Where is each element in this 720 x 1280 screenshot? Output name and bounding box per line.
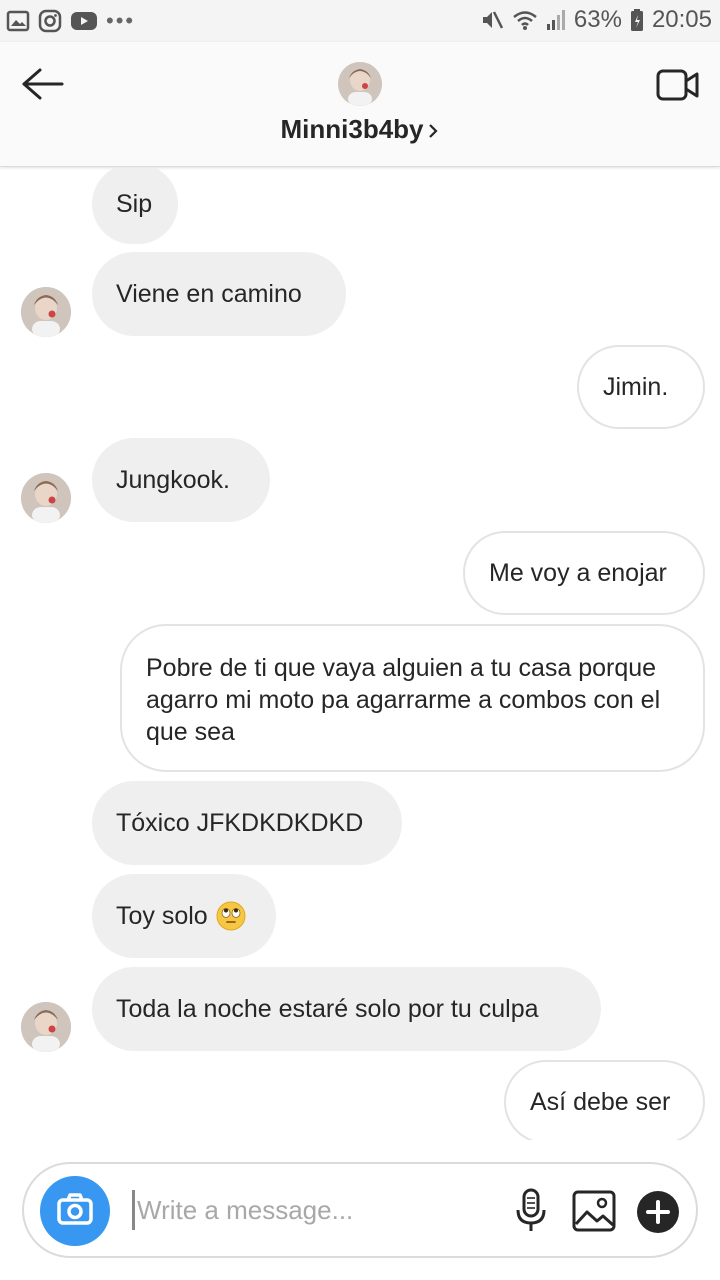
microphone-icon[interactable] [514,1188,548,1234]
message-bubble-outgoing[interactable]: Pobre de ti que vaya alguien a tu casa p… [120,624,705,772]
face-with-rolling-eyes-emoji [216,901,246,931]
clock: 20:05 [651,6,712,33]
message-bubble-incoming[interactable]: Toda la noche estaré solo por tu culpa [92,967,601,1051]
signal-icon [546,10,565,30]
message-text: Así debe ser [530,1088,671,1116]
battery-percent: 63% [573,6,622,33]
chevron-right-icon [428,124,438,138]
message-bubble-outgoing[interactable]: Jimin. [577,345,705,429]
header-avatar[interactable] [338,62,382,106]
message-input[interactable] [132,1190,492,1230]
avatar-photo [21,1002,71,1052]
status-right-icons: 63% 20:05 [480,6,712,34]
camera-icon [57,1193,93,1225]
message-text: Pobre de ti que vaya alguien a tu casa p… [146,654,661,746]
more-icon: ••• [106,8,136,33]
username-row[interactable]: Minni3b4by [0,114,720,145]
gallery-icon [6,10,30,32]
message-bubble-incoming[interactable]: Viene en camino [92,252,346,336]
message-text: Toda la noche estaré solo por tu culpa [116,995,539,1023]
message-bubble-incoming[interactable]: Sip [92,168,178,244]
status-bar: ••• 63% 20:05 [0,0,720,42]
message-text: Viene en camino [116,280,302,308]
arrow-left-icon[interactable] [18,64,66,104]
youtube-icon [71,12,97,30]
message-text: Jimin. [603,373,669,401]
message-bubble-outgoing[interactable]: Así debe ser [504,1060,705,1140]
message-text: Toy solo [116,902,208,930]
plus-icon[interactable] [636,1190,680,1234]
username[interactable]: Minni3b4by [280,114,423,144]
message-bubble-incoming[interactable]: Tóxico JFKDKDKDKD [92,781,402,865]
chat-header: Minni3b4by [0,42,720,167]
video-camera-icon[interactable] [656,66,700,104]
wifi-icon [513,11,537,30]
sender-avatar[interactable] [21,1002,71,1052]
message-text: Tóxico JFKDKDKDKD [116,809,364,837]
message-text: Me voy a enojar [489,559,667,587]
avatar-photo [21,287,71,337]
status-left-icons: ••• [6,9,135,33]
message-text: Jungkook. [116,466,230,494]
sender-avatar[interactable] [21,473,71,523]
message-composer [22,1162,698,1258]
camera-button[interactable] [40,1176,110,1246]
instagram-icon [38,9,62,33]
message-list[interactable]: Sip Viene en camino Jimin. Jungkook. Me … [0,168,720,1140]
avatar-photo [338,62,382,106]
message-bubble-incoming[interactable]: Jungkook. [92,438,270,522]
sender-avatar[interactable] [21,287,71,337]
image-icon[interactable] [572,1190,616,1232]
message-bubble-outgoing[interactable]: Me voy a enojar [463,531,705,615]
mute-icon [482,11,504,29]
avatar-photo [21,473,71,523]
message-text: Sip [116,190,153,218]
battery-icon [630,9,643,31]
message-bubble-incoming[interactable]: Toy solo [92,874,276,958]
